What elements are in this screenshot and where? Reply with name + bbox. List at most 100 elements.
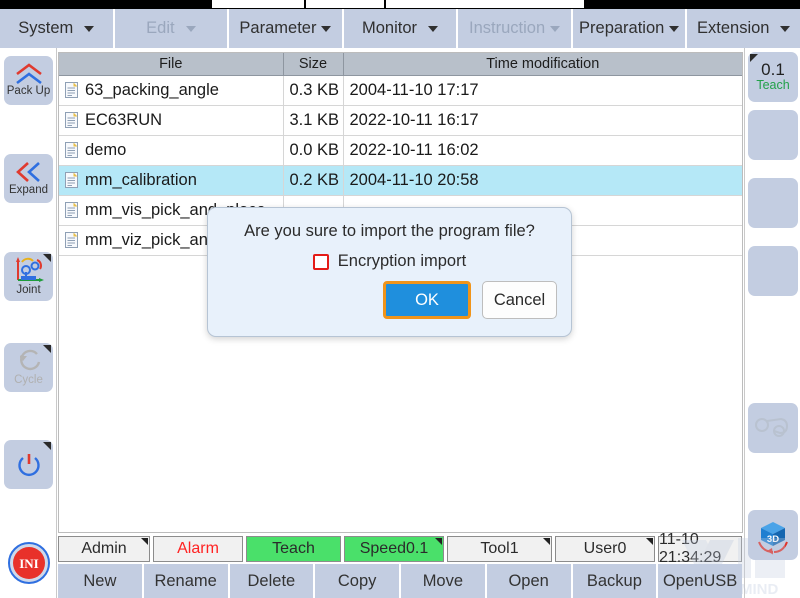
three-d-view-icon: 3D — [758, 522, 788, 555]
table-row[interactable]: demo 0.0 KB 2022-10-11 16:02 — [59, 135, 742, 166]
corner-marker-icon — [646, 538, 653, 545]
ok-button[interactable]: OK — [383, 281, 471, 319]
table-row[interactable]: mm_calibration 0.2 KB 2004-11-10 20:58 — [59, 165, 742, 196]
chevron-up-double-icon — [15, 63, 42, 85]
corner-marker-icon — [141, 538, 148, 545]
drag-teach-icon — [755, 417, 789, 437]
right-toolbar: 0.1 Teach 3D — [744, 48, 800, 598]
status-user-frame[interactable]: User0 — [555, 536, 655, 562]
file-time: 2004-11-10 17:17 — [343, 75, 742, 106]
cancel-button[interactable]: Cancel — [482, 281, 557, 319]
file-time: 2022-10-11 16:17 — [343, 105, 742, 136]
menu-label-instruction: Instruction — [469, 19, 546, 37]
svg-text:INI: INI — [19, 556, 39, 571]
file-size: 0.2 KB — [283, 165, 344, 196]
backup-button[interactable]: Backup — [572, 564, 657, 598]
corner-marker-icon — [750, 54, 758, 62]
status-tool-label: Tool1 — [480, 540, 519, 557]
status-bar: Admin Alarm Teach Speed0.1 Tool1 User0 1… — [58, 531, 742, 566]
cycle-icon — [19, 350, 40, 371]
column-header-file[interactable]: File — [59, 53, 284, 76]
power-icon — [17, 453, 40, 476]
menu-item-preparation[interactable]: Preparation — [572, 9, 686, 48]
status-speed[interactable]: Speed0.1 — [344, 536, 444, 562]
status-alarm-label: Alarm — [177, 540, 219, 557]
file-size: 0.3 KB — [283, 75, 344, 106]
status-datetime: 11-10 21:34:29 — [658, 531, 742, 566]
menu-item-system[interactable]: System — [0, 9, 113, 48]
delete-button[interactable]: Delete — [229, 564, 314, 598]
rail-button-power[interactable] — [4, 440, 53, 489]
status-user-role[interactable]: Admin — [58, 536, 150, 562]
status-mode[interactable]: Teach — [246, 536, 341, 562]
rail-button-pack-up[interactable]: Pack Up — [4, 56, 53, 105]
robot-joint-icon — [15, 257, 44, 283]
status-mode-label: Teach — [272, 540, 315, 557]
corner-marker-icon — [543, 538, 550, 545]
rail-button-joint[interactable]: Joint — [4, 252, 53, 301]
file-icon — [65, 112, 78, 128]
menu-label-extension: Extension — [697, 19, 770, 37]
column-header-size[interactable]: Size — [283, 53, 344, 76]
menu-label-edit: Edit — [146, 19, 175, 37]
status-user-frame-label: User0 — [583, 540, 627, 557]
chevron-down-icon — [321, 25, 332, 32]
rail-button-3d-view[interactable]: 3D — [748, 510, 798, 560]
rail-button-expand[interactable]: Expand — [4, 154, 53, 203]
chevron-down-icon — [185, 25, 196, 32]
file-icon — [65, 142, 78, 158]
rail-button-drag-teach[interactable] — [748, 403, 798, 453]
file-size: 0.0 KB — [283, 135, 344, 166]
menu-item-monitor[interactable]: Monitor — [343, 9, 457, 48]
rail-button-slot-4[interactable] — [748, 246, 798, 296]
column-header-time[interactable]: Time modification — [343, 53, 742, 76]
rail-button-ini[interactable]: INI — [4, 538, 53, 587]
status-tool[interactable]: Tool1 — [447, 536, 552, 562]
new-button[interactable]: New — [58, 564, 142, 598]
rail-button-slot-3[interactable] — [748, 178, 798, 228]
table-row[interactable]: 63_packing_angle 0.3 KB 2004-11-10 17:17 — [59, 75, 742, 106]
status-user-role-label: Admin — [81, 540, 127, 557]
chevron-left-double-icon — [15, 162, 40, 183]
left-toolbar: Pack Up Expand Joint Cycle INI — [0, 48, 57, 598]
table-row[interactable]: EC63RUN 3.1 KB 2022-10-11 16:17 — [59, 105, 742, 136]
rename-button[interactable]: Rename — [143, 564, 228, 598]
status-alarm[interactable]: Alarm — [153, 536, 243, 562]
menu-label-monitor: Monitor — [362, 19, 418, 37]
menu-item-instruction[interactable]: Instruction — [458, 9, 571, 48]
file-time: 2022-10-11 16:02 — [343, 135, 742, 166]
menu-item-edit[interactable]: Edit — [114, 9, 228, 48]
rail-label-joint: Joint — [16, 284, 41, 297]
menu-item-extension[interactable]: Extension — [687, 9, 800, 48]
chevron-down-icon — [780, 25, 791, 32]
encryption-import-row[interactable]: Encryption import — [208, 252, 571, 271]
main-menu-bar: System Edit Parameter Monitor Instructio… — [0, 9, 800, 48]
speed-mode-label: Teach — [756, 78, 790, 93]
chevron-down-icon — [669, 25, 680, 32]
rail-button-cycle[interactable]: Cycle — [4, 343, 53, 392]
corner-marker-icon — [43, 345, 51, 353]
chevron-down-icon — [428, 25, 439, 32]
rail-button-slot-2[interactable] — [748, 110, 798, 160]
corner-marker-icon — [43, 254, 51, 262]
rail-label-expand: Expand — [8, 184, 48, 197]
robot-teach-pendant-app: System Edit Parameter Monitor Instructio… — [0, 0, 800, 598]
encryption-import-checkbox[interactable] — [312, 253, 329, 270]
menu-item-parameter[interactable]: Parameter — [229, 9, 342, 48]
rail-button-speed-teach[interactable]: 0.1 Teach — [748, 52, 798, 102]
open-usb-button[interactable]: OpenUSB — [658, 564, 742, 598]
file-size: 3.1 KB — [283, 105, 344, 136]
status-datetime-label: 11-10 21:34:29 — [659, 531, 722, 566]
status-speed-label: Speed0.1 — [359, 540, 429, 557]
open-button[interactable]: Open — [486, 564, 571, 598]
file-icon — [65, 202, 78, 218]
window-titlebar-strip — [0, 0, 800, 9]
copy-button[interactable]: Copy — [315, 564, 399, 598]
import-confirm-dialog: Are you sure to import the program file?… — [207, 207, 572, 337]
dialog-button-row: OK Cancel — [208, 281, 571, 319]
svg-text:3D: 3D — [767, 534, 779, 545]
move-button[interactable]: Move — [401, 564, 485, 598]
ini-icon: INI — [7, 541, 50, 584]
file-icon — [65, 172, 78, 188]
dialog-message: Are you sure to import the program file? — [244, 222, 535, 240]
